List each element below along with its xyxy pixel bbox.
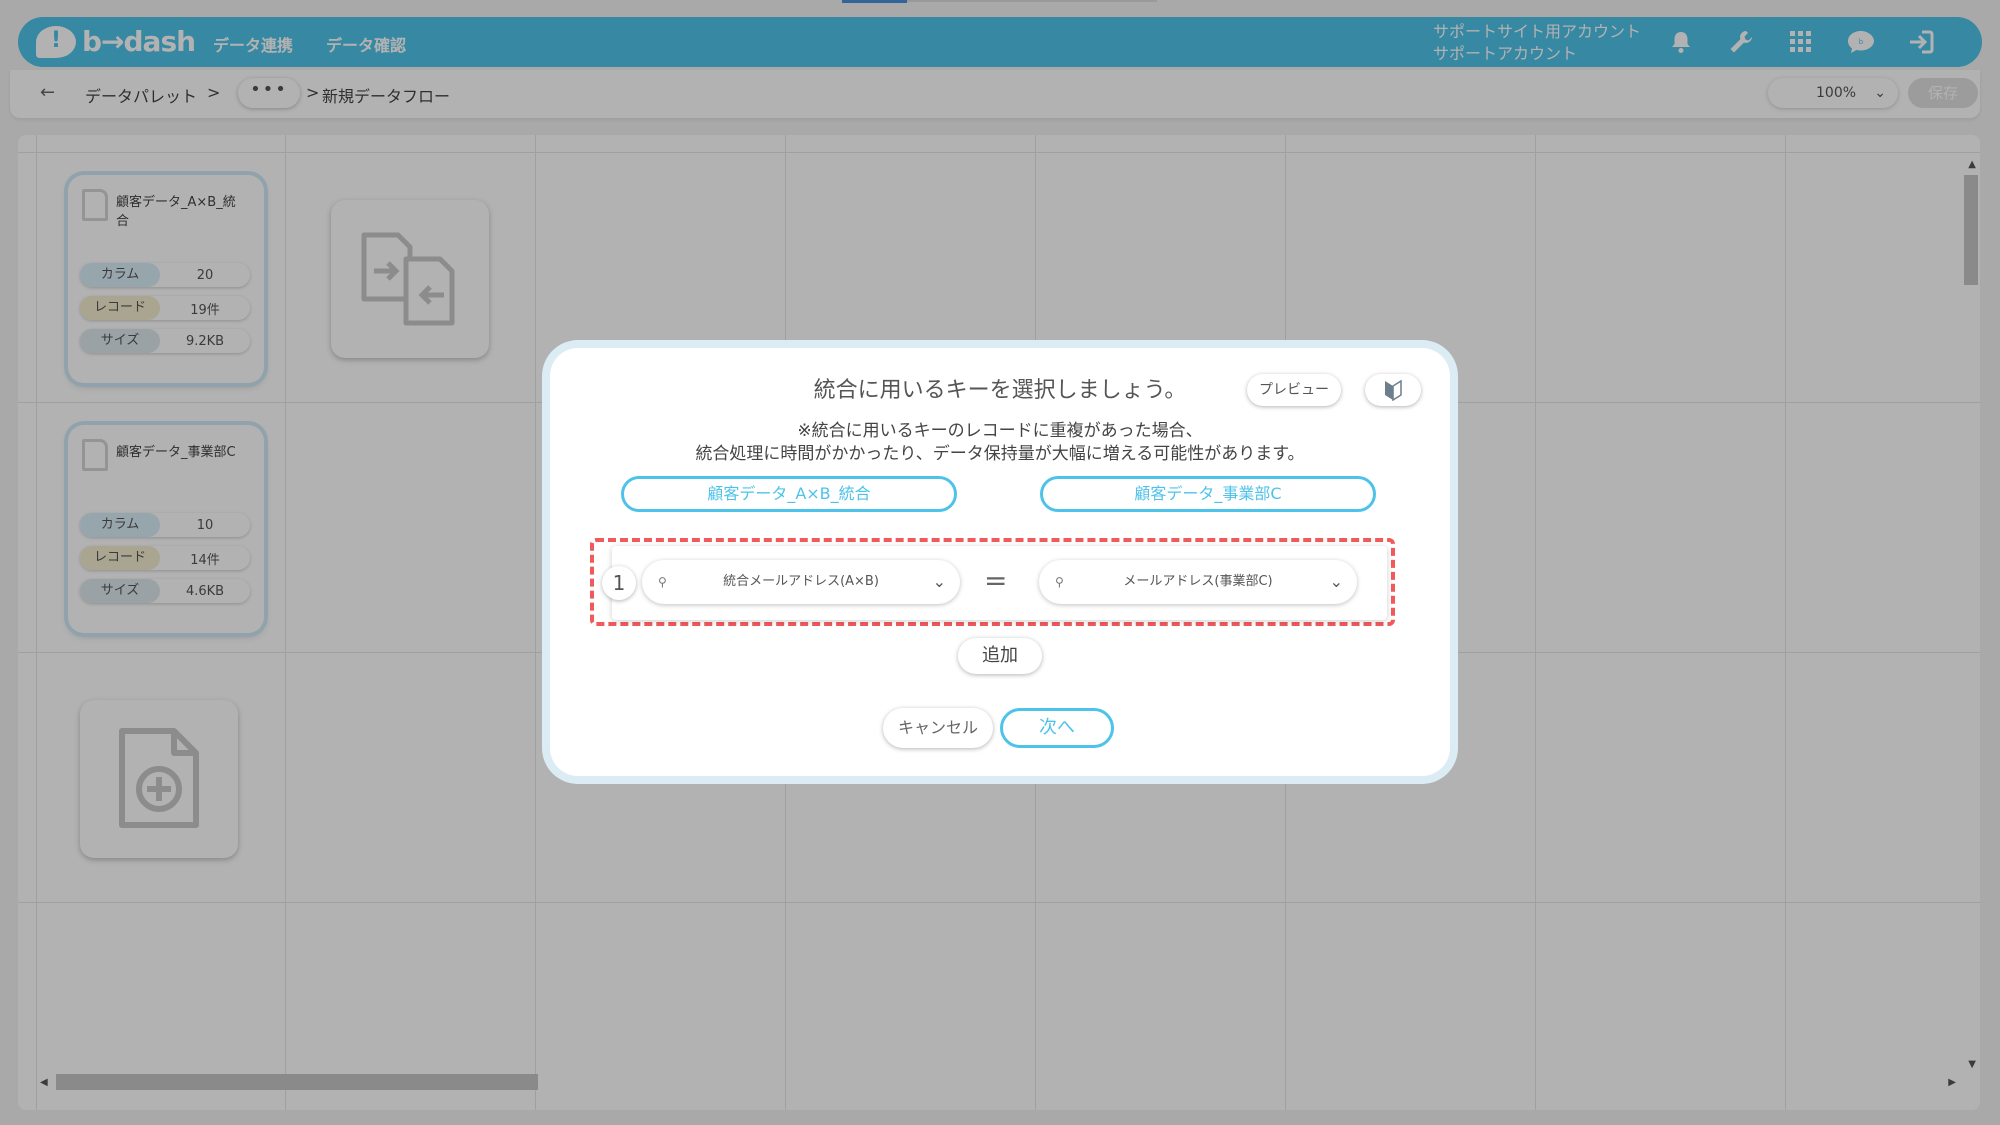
search-icon: ⚲ <box>1055 575 1064 589</box>
left-key-select[interactable]: ⚲ 統合メールアドレス(A×B) ⌄ <box>642 560 960 604</box>
key-row: 1 ⚲ 統合メールアドレス(A×B) ⌄ = ⚲ メールアドレス(事業部C) ⌄ <box>602 546 1387 620</box>
notice-line: ※統合に用いるキーのレコードに重複があった場合、 <box>797 421 1203 441</box>
key-row-highlight: 1 ⚲ 統合メールアドレス(A×B) ⌄ = ⚲ メールアドレス(事業部C) ⌄ <box>590 538 1395 626</box>
chevron-down-icon: ⌄ <box>1329 572 1343 591</box>
right-source-button[interactable]: 顧客データ_事業部C <box>1040 476 1376 512</box>
chevron-down-icon: ⌄ <box>932 572 946 591</box>
key-row-number: 1 <box>602 566 636 600</box>
add-key-button[interactable]: 追加 <box>958 638 1042 674</box>
left-key-value: 統合メールアドレス(A×B) <box>723 574 879 589</box>
left-source-button[interactable]: 顧客データ_A×B_統合 <box>621 476 957 512</box>
equals-operator: = <box>984 564 1008 597</box>
search-icon: ⚲ <box>658 575 667 589</box>
preview-button[interactable]: プレビュー <box>1247 374 1341 406</box>
beginner-mark-icon <box>1385 379 1402 401</box>
cancel-button[interactable]: キャンセル <box>883 708 993 748</box>
notice-line: 統合処理に時間がかかったり、データ保持量が大幅に増える可能性があります。 <box>695 444 1305 464</box>
right-key-select[interactable]: ⚲ メールアドレス(事業部C) ⌄ <box>1039 560 1357 604</box>
duplicate-key-notice: ※統合に用いるキーのレコードに重複があった場合、 統合処理に時間がかかったり、デ… <box>550 420 1450 466</box>
next-button[interactable]: 次へ <box>1000 708 1114 748</box>
right-key-value: メールアドレス(事業部C) <box>1123 574 1273 589</box>
merge-key-dialog: 統合に用いるキーを選択しましょう。 プレビュー ※統合に用いるキーのレコードに重… <box>550 348 1450 776</box>
beginner-mark-button[interactable] <box>1365 374 1421 406</box>
